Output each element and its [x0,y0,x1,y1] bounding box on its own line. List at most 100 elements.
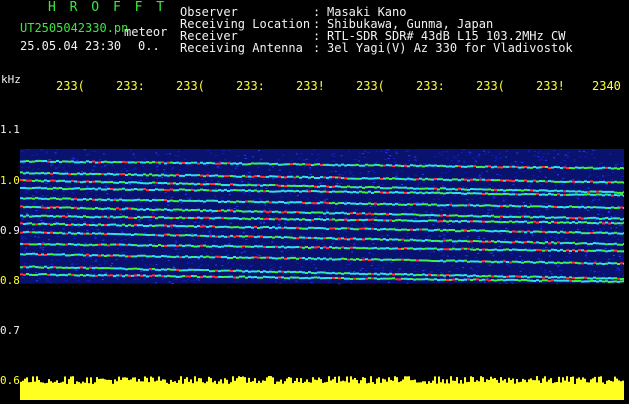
level-bar [338,376,340,400]
level-bar [362,377,364,400]
level-bar [576,379,578,400]
level-bar [232,376,234,400]
x-tick-label: 233: [236,80,265,92]
level-bar [306,379,308,400]
level-bar [20,382,22,400]
level-bar [378,377,380,400]
level-bar [66,384,68,400]
level-bar [384,379,386,400]
level-bar [146,378,148,400]
level-bar [216,384,218,400]
level-bar [156,381,158,400]
level-bar [160,381,162,400]
level-bar [52,383,54,400]
level-bar [342,381,344,400]
level-bar [458,383,460,400]
level-bar [476,380,478,400]
level-bar [500,377,502,400]
level-bar [424,381,426,400]
level-bar [600,376,602,400]
level-bar [282,384,284,400]
level-bar [444,383,446,400]
level-bar [620,381,622,400]
level-bar [134,377,136,400]
level-bar [36,376,38,400]
level-bar [528,379,530,400]
level-bar [188,382,190,400]
level-bar [496,380,498,400]
level-bar [74,384,76,400]
level-bar [60,383,62,401]
level-bar [150,377,152,401]
level-bar [80,383,82,400]
level-bar [262,380,264,400]
level-bar [190,379,192,400]
level-bar [148,382,150,400]
level-bar [162,379,164,400]
level-bar [598,377,600,400]
header-panel: H R O F F T UT2505042330.pn meteor 25.05… [0,0,629,72]
level-bar [550,378,552,400]
level-bar [252,381,254,400]
level-bar [404,376,406,400]
level-bar [314,380,316,400]
y-tick-label: 0.6 [0,375,20,387]
level-bar [116,381,118,400]
level-bar [272,377,274,400]
level-bar [422,381,424,400]
level-bar [604,384,606,400]
level-bar [494,378,496,400]
level-bar [606,381,608,400]
x-tick-label: 2340 [592,80,621,92]
level-bar [168,384,170,400]
level-bar [466,382,468,400]
level-bar [180,376,182,400]
x-tick-label: 233( [476,80,505,92]
level-bar [26,377,28,400]
level-bar [336,383,338,400]
level-bar [142,381,144,400]
level-bar [408,376,410,400]
level-bar [566,376,568,400]
level-bar [106,380,108,400]
level-bar [432,381,434,400]
level-bar [328,376,330,400]
level-bar [240,377,242,400]
level-bar [90,377,92,400]
level-bar [346,377,348,401]
level-bar [206,382,208,401]
level-bar [596,382,598,400]
level-bar [132,378,134,401]
level-bar [184,379,186,400]
level-bar [48,379,50,400]
level-bar [176,383,178,400]
level-bar [196,381,198,400]
level-bar [290,378,292,400]
level-bar [542,378,544,400]
level-bar [92,384,94,400]
level-bar [42,383,44,401]
level-bar [536,376,538,400]
level-bar [376,379,378,400]
level-bar [592,378,594,400]
level-bar [344,381,346,400]
field-value-antenna: 3el Yagi(V) Az 330 for Vladivostok [327,42,573,54]
level-bar [234,381,236,400]
meteor-label: meteor [124,26,167,38]
level-bar [264,381,266,400]
x-axis: 233( 233: 233( 233: 233! 233( 233: 233( … [20,76,624,92]
level-bar [490,377,492,400]
capture-datetime: 25.05.04 23:30 [20,40,121,52]
level-bar [54,382,56,400]
level-bar [276,382,278,401]
level-bar [202,382,204,400]
level-bar [86,377,88,400]
level-bar [364,378,366,400]
spectrogram-plot [20,95,624,377]
level-bar [322,383,324,400]
level-bar [434,376,436,400]
level-bar [478,381,480,400]
level-bar [462,384,464,400]
level-bar [130,379,132,400]
level-bar [224,378,226,400]
